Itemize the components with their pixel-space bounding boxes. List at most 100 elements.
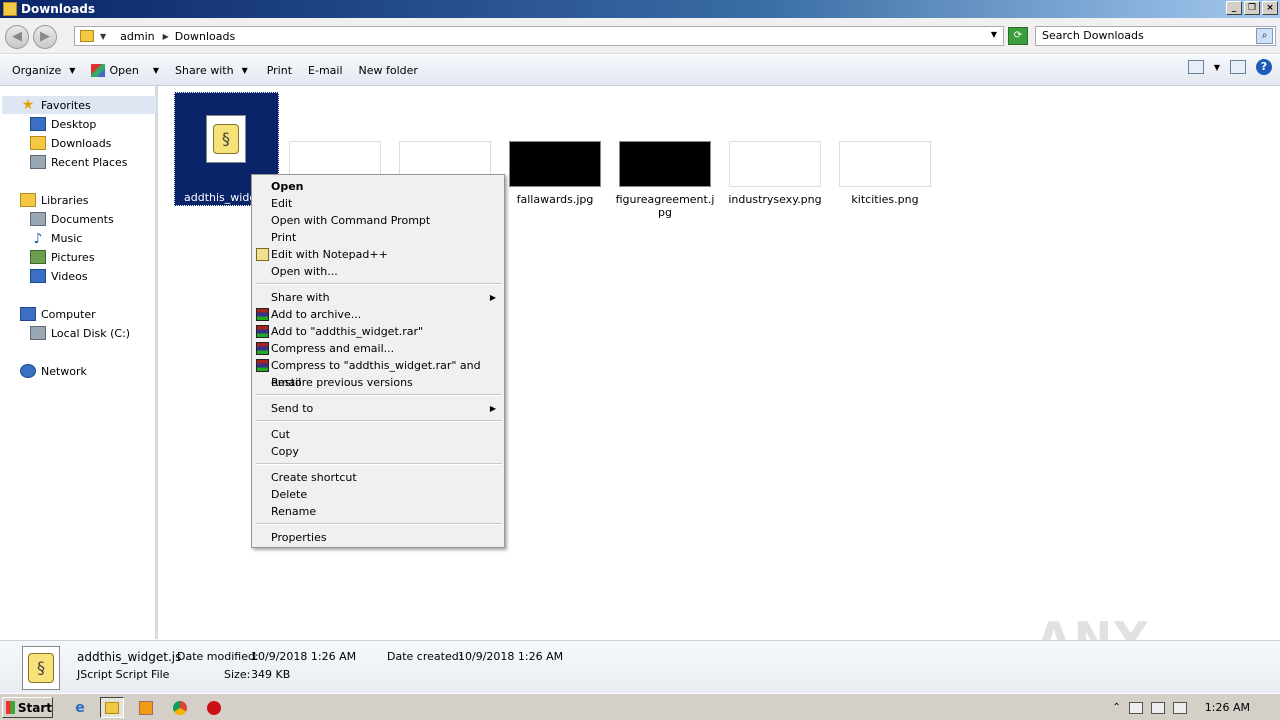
organize-button[interactable]: Organize ▼ xyxy=(12,58,75,82)
winrar-icon xyxy=(256,359,269,372)
nav-computer[interactable]: Computer xyxy=(20,305,96,323)
details-filename: addthis_widget.js xyxy=(77,650,182,664)
menu-item-open-with[interactable]: Open with... xyxy=(254,263,502,280)
file-name: fallawards.jpg xyxy=(516,193,594,206)
show-hidden-icons-icon[interactable]: ⌃ xyxy=(1112,702,1120,713)
network-tray-icon[interactable] xyxy=(1150,701,1165,714)
nav-desktop[interactable]: Desktop xyxy=(30,115,96,133)
menu-item-share-with[interactable]: Share with ▶ xyxy=(254,289,502,306)
taskbar: Start e ⌃ 1:26 AM xyxy=(0,693,1280,720)
chevron-down-icon[interactable]: ▼ xyxy=(991,30,997,39)
print-button[interactable]: Print xyxy=(267,58,292,82)
file-item[interactable]: kitcities.png xyxy=(833,141,937,206)
nav-network[interactable]: Network xyxy=(20,362,87,380)
pictures-icon xyxy=(30,250,46,264)
submenu-arrow-icon: ▶ xyxy=(489,404,496,413)
media-player-icon xyxy=(139,700,153,715)
volume-icon[interactable] xyxy=(1172,701,1187,714)
menu-item-create-shortcut[interactable]: Create shortcut xyxy=(254,469,502,486)
nav-documents[interactable]: Documents xyxy=(30,210,114,228)
details-pane: § addthis_widget.js JScript Script File … xyxy=(0,640,1280,693)
start-button[interactable]: Start xyxy=(2,697,53,718)
flag-icon[interactable] xyxy=(1128,701,1143,714)
nav-pictures[interactable]: Pictures xyxy=(30,248,95,266)
email-button[interactable]: E-mail xyxy=(308,58,343,82)
menu-item-delete[interactable]: Delete xyxy=(254,486,502,503)
nav-downloads[interactable]: Downloads xyxy=(30,134,111,152)
nav-local-disk[interactable]: Local Disk (C:) xyxy=(30,324,130,342)
menu-item-properties[interactable]: Properties xyxy=(254,529,502,546)
view-options-icon[interactable] xyxy=(1187,60,1204,74)
file-name: figureagreement.jpg xyxy=(615,193,715,219)
videos-icon xyxy=(30,269,46,283)
menu-item-restore-versions[interactable]: Restore previous versions xyxy=(254,374,502,391)
windows-logo-icon xyxy=(6,701,15,714)
chevron-down-icon[interactable]: ▼ xyxy=(1214,63,1220,72)
folder-icon xyxy=(3,2,17,16)
new-folder-button[interactable]: New folder xyxy=(359,58,418,82)
taskbar-ie[interactable]: e xyxy=(68,697,92,718)
forward-button[interactable]: ▶ xyxy=(33,25,57,49)
breadcrumb-root-arrow[interactable]: ▼ xyxy=(100,32,112,41)
file-item[interactable]: figureagreement.jpg xyxy=(613,141,717,219)
file-item[interactable]: fallawards.jpg xyxy=(503,141,607,206)
open-icon xyxy=(91,63,106,77)
minimize-button[interactable]: _ xyxy=(1226,1,1242,15)
breadcrumb-admin[interactable]: admin xyxy=(120,30,154,43)
chevron-down-icon: ▼ xyxy=(241,65,248,75)
menu-separator xyxy=(256,283,502,285)
menu-item-open[interactable]: Open xyxy=(254,178,502,195)
restore-button[interactable]: ❐ xyxy=(1244,1,1260,15)
taskbar-media-player[interactable] xyxy=(134,697,158,718)
details-modified-value: 10/9/2018 1:26 AM xyxy=(251,650,357,663)
file-item[interactable]: industrysexy.png xyxy=(723,141,827,206)
winrar-icon xyxy=(256,342,269,355)
chevron-down-icon: ▼ xyxy=(152,65,159,75)
context-menu: Open Edit Open with Command Prompt Print… xyxy=(251,174,505,548)
script-file-icon: § xyxy=(206,115,246,163)
menu-item-cut[interactable]: Cut xyxy=(254,426,502,443)
share-with-button[interactable]: Share with ▼ xyxy=(175,58,248,82)
menu-item-rename[interactable]: Rename xyxy=(254,503,502,520)
menu-separator xyxy=(256,463,502,465)
clock[interactable]: 1:26 AM xyxy=(1205,701,1250,714)
nav-favorites[interactable]: ★ Favorites xyxy=(2,96,156,114)
libraries-icon xyxy=(20,193,36,207)
back-button[interactable]: ◀ xyxy=(5,25,29,49)
ie-icon: e xyxy=(75,699,85,716)
scroll-icon: § xyxy=(28,653,54,683)
close-button[interactable]: × xyxy=(1262,1,1278,15)
search-icon[interactable]: ⌕ xyxy=(1256,28,1273,44)
menu-item-copy[interactable]: Copy xyxy=(254,443,502,460)
breadcrumb-downloads[interactable]: ▶ Downloads xyxy=(163,30,236,43)
nav-music[interactable]: ♪ Music xyxy=(30,229,83,247)
menu-item-edit[interactable]: Edit xyxy=(254,195,502,212)
menu-item-print[interactable]: Print xyxy=(254,229,502,246)
window-title: Downloads xyxy=(21,2,96,16)
menu-item-add-archive[interactable]: Add to archive... xyxy=(254,306,502,323)
menu-item-open-cmd[interactable]: Open with Command Prompt xyxy=(254,212,502,229)
taskbar-chrome[interactable] xyxy=(168,697,192,718)
nav-recent-places[interactable]: Recent Places xyxy=(30,153,128,171)
preview-pane-icon[interactable] xyxy=(1230,60,1246,74)
taskbar-opera[interactable] xyxy=(202,697,226,718)
menu-item-compress-rar-email[interactable]: Compress to "addthis_widget.rar" and ema… xyxy=(254,357,502,389)
menu-item-edit-notepadpp[interactable]: Edit with Notepad++ xyxy=(254,246,502,263)
nav-libraries[interactable]: Libraries xyxy=(20,191,89,209)
refresh-button[interactable]: ⟳ xyxy=(1008,27,1028,45)
desktop-icon xyxy=(30,117,46,131)
taskbar-explorer[interactable] xyxy=(100,697,124,718)
network-icon xyxy=(20,364,36,378)
details-filetype: JScript Script File xyxy=(77,668,170,681)
details-size-label: Size: xyxy=(224,668,251,681)
menu-item-add-rar[interactable]: Add to "addthis_widget.rar" xyxy=(254,323,502,340)
help-icon[interactable]: ? xyxy=(1256,59,1272,75)
open-button[interactable]: Open ▼ xyxy=(91,58,159,82)
menu-item-send-to[interactable]: Send to ▶ xyxy=(254,400,502,417)
address-bar[interactable]: ▼ admin ▶ Downloads ▼ xyxy=(74,26,1004,46)
command-bar: Organize ▼ Open ▼ Share with ▼ Print E-mail… xyxy=(0,55,1280,86)
menu-item-compress-email[interactable]: Compress and email... xyxy=(254,340,502,357)
search-input[interactable]: Search Downloads ⌕ xyxy=(1035,26,1276,46)
nav-videos[interactable]: Videos xyxy=(30,267,88,285)
chrome-icon xyxy=(173,700,187,715)
